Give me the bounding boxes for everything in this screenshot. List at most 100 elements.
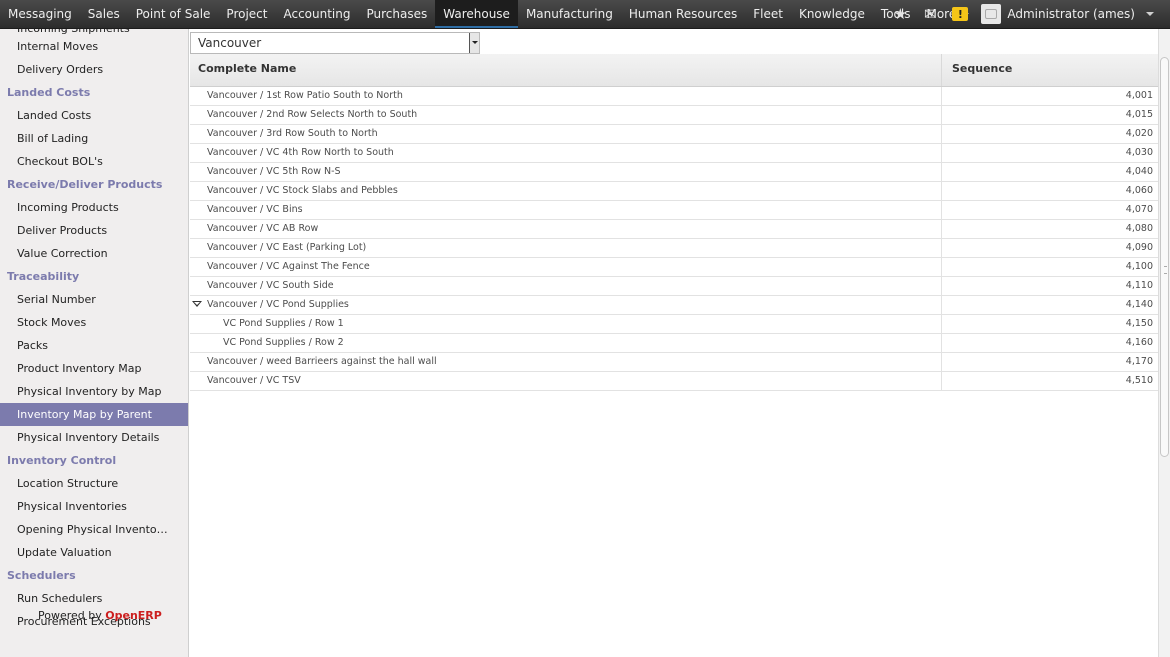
scrollbar-thumb[interactable] [1160, 57, 1169, 457]
menu-sales[interactable]: Sales [80, 0, 128, 28]
sequence-cell: 4,020 [1125, 128, 1153, 139]
sidebar-item-packs[interactable]: Packs [0, 334, 188, 357]
sequence-cell: 4,100 [1125, 261, 1153, 272]
location-name: Vancouver / 2nd Row Selects North to Sou… [207, 109, 418, 120]
location-name-cell[interactable]: Vancouver / VC Against The Fence [190, 258, 942, 276]
table-row[interactable]: VC Pond Supplies / Row 1 4,150 [190, 315, 1158, 334]
menu-manufacturing[interactable]: Manufacturing [518, 0, 621, 28]
location-name-cell[interactable]: VC Pond Supplies / Row 1 [190, 315, 942, 333]
sidebar-item-bill-of-lading[interactable]: Bill of Lading [0, 127, 188, 150]
location-name-cell[interactable]: Vancouver / 1st Row Patio South to North [190, 87, 942, 105]
star-icon[interactable]: ★ [885, 0, 915, 28]
menu-human-resources[interactable]: Human Resources [621, 0, 745, 28]
location-name: Vancouver / VC Against The Fence [207, 261, 370, 272]
table-row[interactable]: Vancouver / VC Against The Fence 4,100 [190, 258, 1158, 277]
dropdown-arrow-icon[interactable] [469, 33, 479, 53]
menu-accounting[interactable]: Accounting [275, 0, 358, 28]
location-name-cell[interactable]: Vancouver / VC 5th Row N-S [190, 163, 942, 181]
tree-view: Complete Name Sequence Vancouver / 1st R… [190, 54, 1158, 391]
location-name-cell[interactable]: Vancouver / 2nd Row Selects North to Sou… [190, 106, 942, 124]
sequence-cell: 4,150 [1125, 318, 1153, 329]
table-row[interactable]: Vancouver / VC Pond Supplies 4,140 [190, 296, 1158, 315]
table-row[interactable]: Vancouver / weed Barrieers against the h… [190, 353, 1158, 372]
sidebar-item-stock-moves[interactable]: Stock Moves [0, 311, 188, 334]
sidebar-item-run-schedulers[interactable]: Run Schedulers [0, 587, 188, 610]
sequence-cell: 4,110 [1125, 280, 1153, 291]
location-name: Vancouver / VC 4th Row North to South [207, 147, 394, 158]
table-row[interactable]: Vancouver / VC TSV 4,510 [190, 372, 1158, 391]
menu-project[interactable]: Project [218, 0, 275, 28]
sidebar: Incoming ShipmentsInternal MovesDelivery… [0, 29, 189, 657]
location-name-cell[interactable]: Vancouver / VC AB Row [190, 220, 942, 238]
sidebar-item-inventory-map-by-parent[interactable]: Inventory Map by Parent [0, 403, 188, 426]
menu-messaging[interactable]: Messaging [0, 0, 80, 28]
sidebar-item-serial-number[interactable]: Serial Number [0, 288, 188, 311]
sidebar-item-opening-physical-inventor[interactable]: Opening Physical Inventor… [0, 518, 188, 541]
location-name-cell[interactable]: Vancouver / VC Pond Supplies [190, 296, 942, 314]
sequence-cell: 4,030 [1125, 147, 1153, 158]
sequence-cell: 4,015 [1125, 109, 1153, 120]
table-row[interactable]: Vancouver / VC 5th Row N-S 4,040 [190, 163, 1158, 182]
table-row[interactable]: Vancouver / 2nd Row Selects North to Sou… [190, 106, 1158, 125]
menu-point-of-sale[interactable]: Point of Sale [128, 0, 219, 28]
warning-button[interactable]: ! [945, 0, 975, 28]
user-menu[interactable]: Administrator (ames) [1007, 7, 1141, 21]
sidebar-item-physical-inventory-details[interactable]: Physical Inventory Details [0, 426, 188, 449]
table-row[interactable]: Vancouver / VC South Side 4,110 [190, 277, 1158, 296]
location-name: Vancouver / VC AB Row [207, 223, 319, 234]
sidebar-item-value-correction[interactable]: Value Correction [0, 242, 188, 265]
mail-icon[interactable]: ✉ [915, 0, 945, 28]
avatar[interactable] [981, 4, 1002, 24]
location-name-cell[interactable]: Vancouver / VC East (Parking Lot) [190, 239, 942, 257]
location-name-cell[interactable]: Vancouver / VC Stock Slabs and Pebbles [190, 182, 942, 200]
sequence-cell: 4,070 [1125, 204, 1153, 215]
location-select[interactable]: Vancouver [190, 32, 480, 54]
sidebar-item-product-inventory-map[interactable]: Product Inventory Map [0, 357, 188, 380]
menu-knowledge[interactable]: Knowledge [791, 0, 873, 28]
top-navbar: Messaging Sales Point of Sale Project Accoun… [0, 0, 1170, 29]
location-name-cell[interactable]: Vancouver / VC South Side [190, 277, 942, 295]
location-name: Vancouver / 1st Row Patio South to North [207, 90, 403, 101]
sidebar-item-internal-moves[interactable]: Internal Moves [0, 35, 188, 58]
table-row[interactable]: VC Pond Supplies / Row 2 4,160 [190, 334, 1158, 353]
table-row[interactable]: Vancouver / VC Stock Slabs and Pebbles 4,… [190, 182, 1158, 201]
scrollbar[interactable] [1158, 29, 1170, 657]
table-row[interactable]: Vancouver / VC Bins 4,070 [190, 201, 1158, 220]
sidebar-item-location-structure[interactable]: Location Structure [0, 472, 188, 495]
sidebar-item-update-valuation[interactable]: Update Valuation [0, 541, 188, 564]
sidebar-item-physical-inventories[interactable]: Physical Inventories [0, 495, 188, 518]
column-sequence[interactable]: Sequence [943, 54, 1158, 86]
expand-triangle-icon[interactable] [192, 301, 202, 307]
sidebar-item-physical-inventory-by-map[interactable]: Physical Inventory by Map [0, 380, 188, 403]
location-select-value: Vancouver [198, 36, 262, 50]
menu-purchases[interactable]: Purchases [359, 0, 436, 28]
sidebar-item-deliver-products[interactable]: Deliver Products [0, 219, 188, 242]
sequence-cell: 4,040 [1125, 166, 1153, 177]
sequence-cell: 4,170 [1125, 356, 1153, 367]
table-row[interactable]: Vancouver / 3rd Row South to North 4,020 [190, 125, 1158, 144]
main-menu: Messaging Sales Point of Sale Project Accoun… [0, 0, 977, 28]
location-name-cell[interactable]: Vancouver / weed Barrieers against the h… [190, 353, 942, 371]
sidebar-item-incoming-products[interactable]: Incoming Products [0, 196, 188, 219]
table-row[interactable]: Vancouver / VC East (Parking Lot) 4,090 [190, 239, 1158, 258]
menu-fleet[interactable]: Fleet [745, 0, 791, 28]
location-name-cell[interactable]: Vancouver / 3rd Row South to North [190, 125, 942, 143]
openerp-link[interactable]: OpenERP [105, 609, 162, 622]
menu-warehouse[interactable]: Warehouse [435, 0, 518, 28]
table-row[interactable]: Vancouver / 1st Row Patio South to North… [190, 87, 1158, 106]
column-complete-name[interactable]: Complete Name [190, 54, 942, 86]
sidebar-item-delivery-orders[interactable]: Delivery Orders [0, 58, 188, 81]
sidebar-item-checkout-bol-s[interactable]: Checkout BOL's [0, 150, 188, 173]
warning-icon: ! [952, 7, 969, 21]
sidebar-item-landed-costs[interactable]: Landed Costs [0, 104, 188, 127]
location-name-cell[interactable]: Vancouver / VC 4th Row North to South [190, 144, 942, 162]
sequence-cell: 4,510 [1125, 375, 1153, 386]
sequence-cell: 4,160 [1125, 337, 1153, 348]
location-name: VC Pond Supplies / Row 2 [223, 337, 344, 348]
location-name-cell[interactable]: Vancouver / VC TSV [190, 372, 942, 390]
table-row[interactable]: Vancouver / VC 4th Row North to South 4,0… [190, 144, 1158, 163]
location-name-cell[interactable]: VC Pond Supplies / Row 2 [190, 334, 942, 352]
chevron-down-icon[interactable] [1146, 12, 1154, 16]
table-row[interactable]: Vancouver / VC AB Row 4,080 [190, 220, 1158, 239]
location-name-cell[interactable]: Vancouver / VC Bins [190, 201, 942, 219]
